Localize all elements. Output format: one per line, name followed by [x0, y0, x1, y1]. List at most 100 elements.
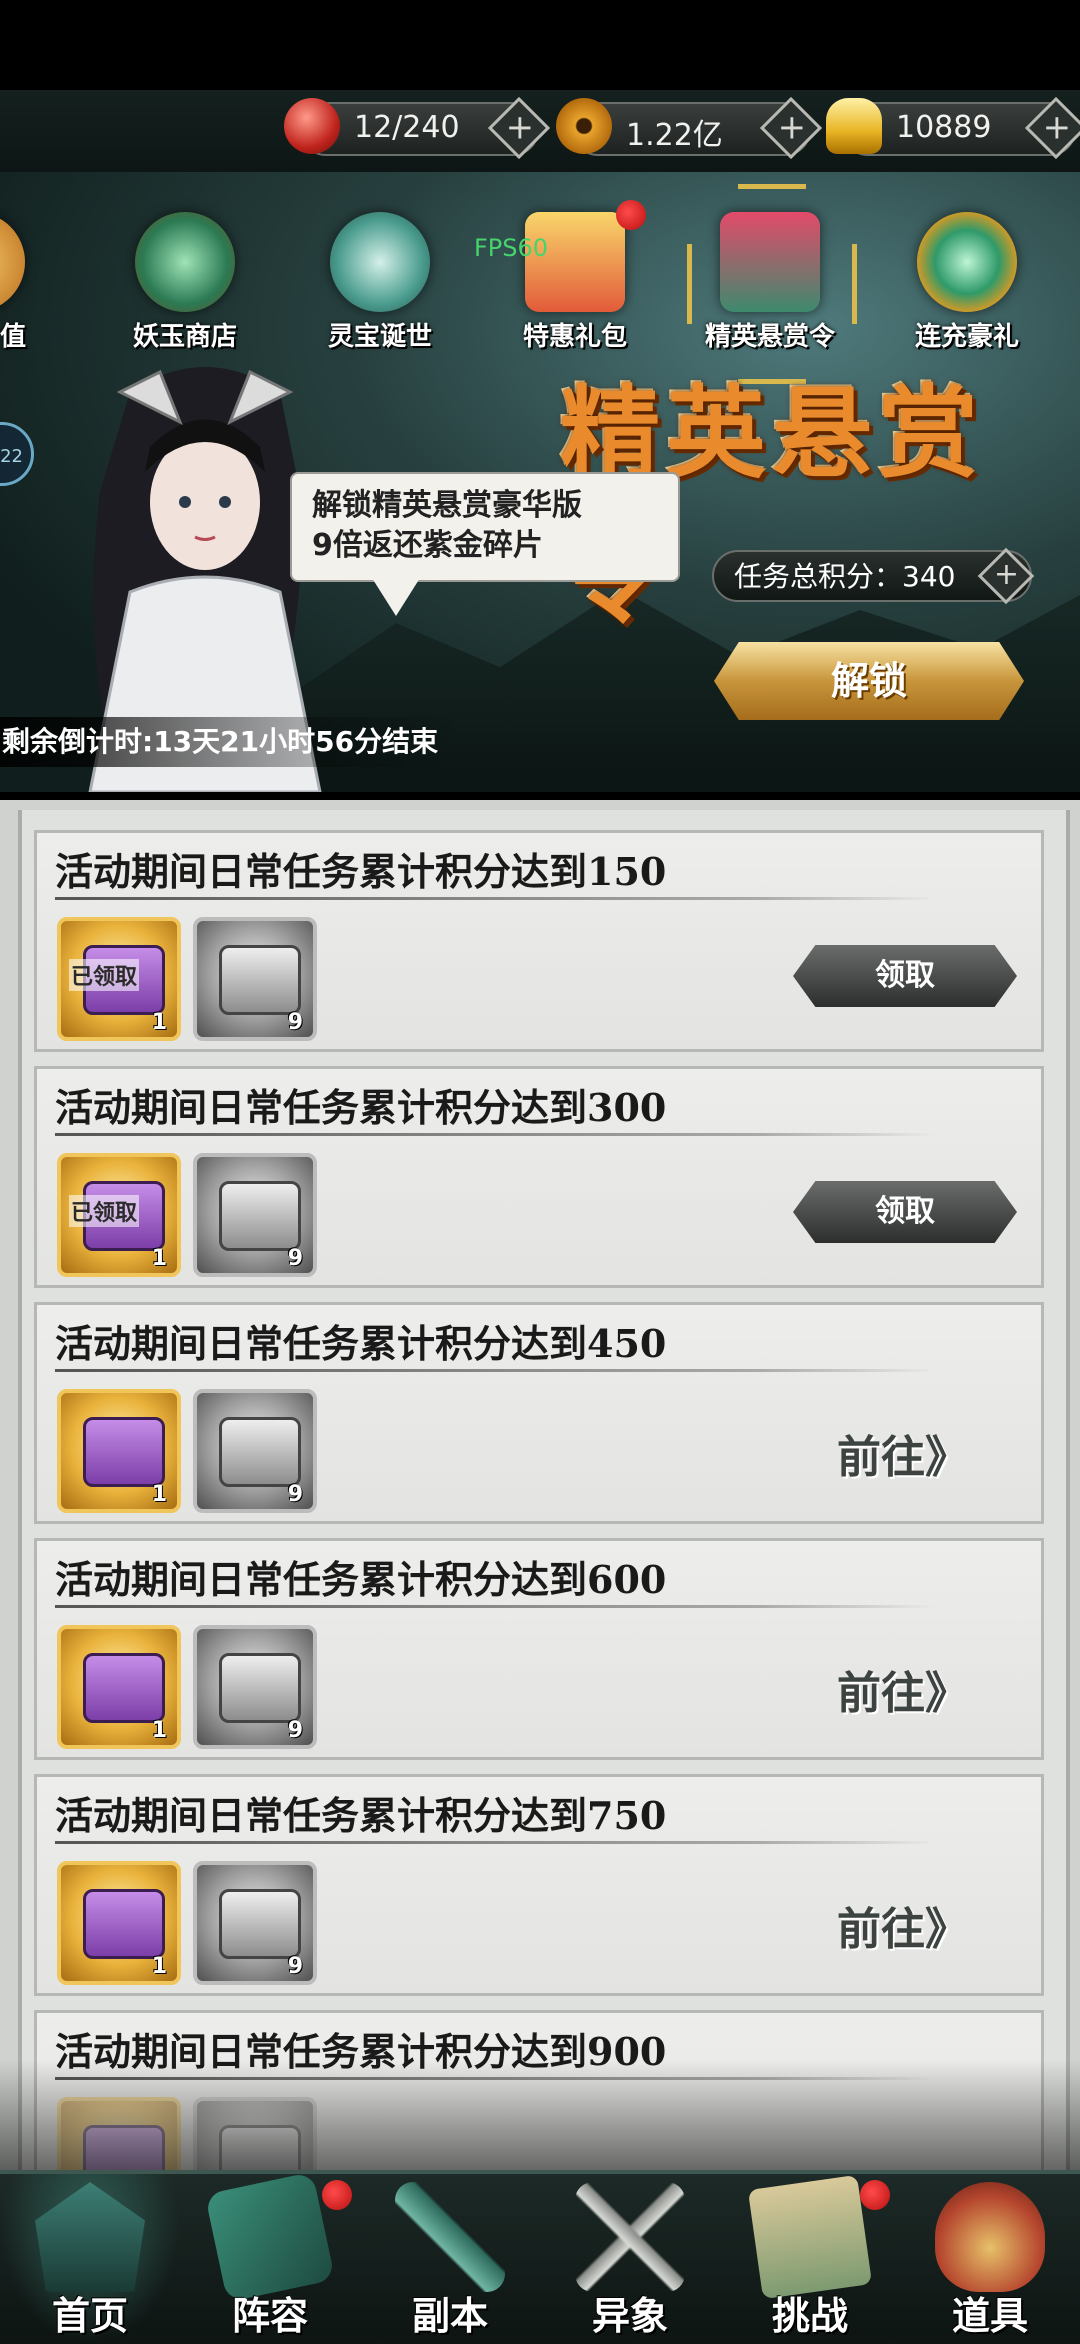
reward-chest-gold[interactable]: 1: [57, 1625, 181, 1749]
event-label: 灵宝诞世: [327, 322, 432, 352]
total-score-pill: 任务总积分：340 +: [712, 547, 1035, 605]
reward-count: 1: [151, 1718, 167, 1743]
fps-counter: FPS60: [474, 234, 549, 262]
speech-line-2: 9倍返还紫金碎片: [312, 528, 543, 563]
jade-shop-icon: [135, 212, 235, 312]
reward-chest-gold[interactable]: 已领取 1: [57, 1153, 181, 1277]
reward-chest-locked[interactable]: 9: [193, 917, 317, 1041]
item-bag-icon: [935, 2182, 1045, 2292]
reward-chest-locked[interactable]: 9: [193, 1861, 317, 1985]
event-bounty-order[interactable]: 精英悬赏令: [695, 212, 845, 362]
divider: [55, 1133, 935, 1136]
nav-dungeon[interactable]: 副本: [360, 2174, 540, 2344]
reward-count: 1: [151, 1954, 167, 1979]
reward-chest-locked[interactable]: 9: [193, 1389, 317, 1513]
resource-bar: 12/240 + 1.22亿 + 10889 +: [0, 90, 1080, 174]
claim-button[interactable]: 领取: [793, 1181, 1017, 1243]
reward-count: 9: [287, 1718, 303, 1743]
nav-home[interactable]: 首页: [0, 2174, 180, 2344]
reward-count: 1: [151, 1482, 167, 1507]
task-row: 活动期间日常任务累计积分达到150 已领取 1 9 领取: [34, 830, 1044, 1052]
event-label: 妖玉商店: [132, 322, 237, 352]
claimed-tag: 已领取: [69, 959, 140, 991]
gift-box-icon: [525, 212, 625, 312]
nav-label: 挑战: [771, 2293, 848, 2338]
nav-label: 副本: [411, 2293, 488, 2338]
event-label: 精英悬赏令: [704, 322, 835, 352]
nav-challenge[interactable]: 挑战: [720, 2174, 900, 2344]
locked-chest-icon: [219, 945, 301, 1015]
task-list[interactable]: 活动期间日常任务累计积分达到150 已领取 1 9 领取 活动期间日常任务累计积…: [0, 800, 1080, 2170]
status-bar: [0, 0, 1080, 90]
event-jade-shop[interactable]: 妖玉商店: [110, 212, 260, 362]
nav-label: 异象: [591, 2293, 668, 2338]
event-icon-row: 值 妖玉商店 灵宝诞世 特惠礼包 精英悬赏令 连充豪礼: [0, 190, 1080, 370]
event-countdown: 剩余倒计时:13天21小时56分结束: [0, 717, 462, 767]
task-row: 活动期间日常任务累计积分达到600 1 9 前往》: [34, 1538, 1044, 1760]
event-spirit-treasure[interactable]: 灵宝诞世: [305, 212, 455, 362]
total-score-label: 任务总积分：340: [734, 560, 956, 593]
event-recharge[interactable]: 值: [0, 212, 50, 362]
ingots-value: 10889: [896, 110, 992, 145]
reward-chest-locked[interactable]: 9: [193, 1153, 317, 1277]
purple-chest-icon: [83, 1417, 165, 1487]
locked-chest-icon: [219, 1889, 301, 1959]
purple-chest-icon: [83, 1653, 165, 1723]
add-coins-button[interactable]: +: [759, 96, 823, 160]
goto-button[interactable]: 前往》: [837, 1657, 969, 1721]
gold-ingot-icon: [826, 98, 882, 154]
divider: [55, 1369, 935, 1372]
reward-count: 9: [287, 1482, 303, 1507]
reward-count: 1: [151, 1010, 167, 1035]
reward-count: 9: [287, 1246, 303, 1271]
notification-dot: [860, 2180, 890, 2210]
task-title: 活动期间日常任务累计积分达到750: [55, 1793, 667, 1838]
nav-label: 首页: [51, 2293, 128, 2338]
purple-chest-icon: [83, 1889, 165, 1959]
claimed-tag: 已领取: [69, 1195, 140, 1227]
dungeon-sword-icon: [395, 2182, 505, 2292]
goto-button[interactable]: 前往》: [837, 1893, 969, 1957]
speech-line-1: 解锁精英悬赏豪华版: [312, 488, 582, 523]
copper-coin-icon: [556, 98, 612, 154]
event-banner: 值 妖玉商店 灵宝诞世 特惠礼包 精英悬赏令 连充豪礼 FPS60 22 精英悬…: [0, 172, 1080, 792]
task-row: 活动期间日常任务累计积分达到450 1 9 前往》: [34, 1302, 1044, 1524]
divider: [55, 897, 935, 900]
task-title: 活动期间日常任务累计积分达到300: [55, 1085, 667, 1130]
task-title: 活动期间日常任务累计积分达到450: [55, 1321, 667, 1366]
reward-chest-locked[interactable]: 9: [193, 1625, 317, 1749]
event-label: 连充豪礼: [914, 322, 1019, 352]
nav-items[interactable]: 道具: [900, 2174, 1080, 2344]
recharge-icon: [0, 212, 25, 312]
locked-chest-icon: [219, 1181, 301, 1251]
locked-chest-icon: [219, 1653, 301, 1723]
unlock-button[interactable]: 解锁: [714, 642, 1024, 720]
bottom-nav: 首页 阵容 副本 异象 挑战 道具: [0, 2170, 1080, 2344]
add-ingots-button[interactable]: +: [1024, 96, 1080, 160]
home-pavilion-icon: [35, 2182, 145, 2292]
spirit-treasure-icon: [330, 212, 430, 312]
red-orb-icon: [284, 98, 340, 154]
add-stamina-button[interactable]: +: [487, 96, 551, 160]
divider: [55, 1605, 935, 1608]
reward-count: 9: [287, 1010, 303, 1035]
continuous-recharge-icon: [917, 212, 1017, 312]
challenge-scroll-icon: [747, 2174, 873, 2300]
reward-chest-gold[interactable]: 1: [57, 1861, 181, 1985]
nav-phenomena[interactable]: 异象: [540, 2174, 720, 2344]
side-timer-badge[interactable]: 22: [0, 422, 34, 486]
goto-button[interactable]: 前往》: [837, 1421, 969, 1485]
reward-chest-gold[interactable]: 已领取 1: [57, 917, 181, 1041]
nav-lineup[interactable]: 阵容: [180, 2171, 360, 2344]
locked-chest-icon: [219, 1417, 301, 1487]
event-continuous-recharge[interactable]: 连充豪礼: [892, 212, 1042, 362]
resource-stamina: 12/240 +: [284, 96, 551, 160]
notification-dot: [322, 2180, 352, 2210]
nav-label: 阵容: [231, 2293, 308, 2338]
notification-dot: [616, 200, 646, 230]
resource-ingots: 10889 +: [826, 96, 1080, 160]
claim-button[interactable]: 领取: [793, 945, 1017, 1007]
list-bottom-fade: [0, 2060, 1080, 2170]
reward-chest-gold[interactable]: 1: [57, 1389, 181, 1513]
lineup-book-icon: [204, 2171, 336, 2303]
